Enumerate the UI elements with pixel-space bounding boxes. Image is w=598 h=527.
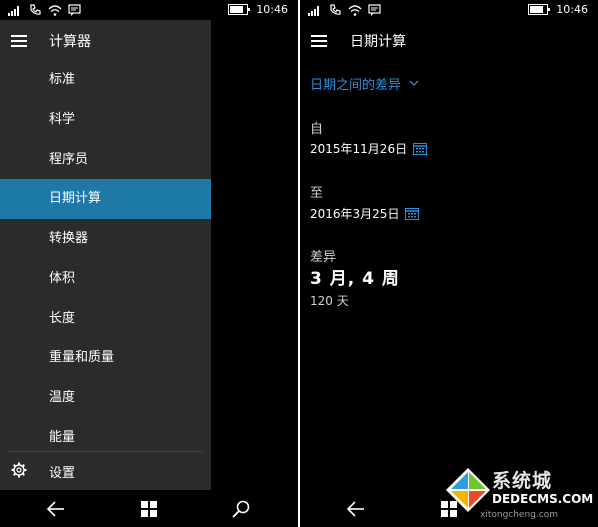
wifi-icon: [48, 5, 62, 16]
page-header: 日期计算: [300, 20, 598, 62]
signal-icon: [8, 6, 19, 16]
message-icon: [368, 4, 381, 16]
navigation-pane: 计算器 标准 科学 程序员 日期计算 转换器 体积 长度 重量和质量 温度 能量…: [0, 20, 211, 490]
menu-item-scientific[interactable]: 科学: [0, 100, 211, 140]
calendar-icon: [413, 143, 428, 155]
status-time: 10:46: [556, 3, 588, 16]
hamburger-menu-icon[interactable]: [311, 35, 327, 47]
difference-label: 差异: [310, 250, 337, 265]
menu-item-converter[interactable]: 转换器: [0, 219, 211, 259]
menu-item-temperature[interactable]: 温度: [0, 378, 211, 418]
search-icon[interactable]: [230, 498, 252, 520]
menu-item-weight-mass[interactable]: 重量和质量: [0, 338, 211, 378]
calendar-icon: [405, 208, 420, 220]
wifi-icon: [348, 5, 362, 16]
signal-icon: [308, 6, 319, 16]
watermark-brand: 系统城: [492, 470, 553, 492]
hamburger-menu-icon[interactable]: [11, 35, 27, 47]
mode-dropdown[interactable]: 日期之间的差异: [310, 72, 419, 94]
back-arrow-icon[interactable]: [45, 498, 67, 520]
status-icons: [308, 2, 381, 18]
status-bar: 10:46: [300, 0, 598, 20]
phone-sim-icon: [30, 4, 41, 15]
from-date-picker[interactable]: 2015年11月26日: [310, 140, 428, 157]
menu-item-length[interactable]: 长度: [0, 299, 211, 339]
status-icons: [8, 2, 81, 18]
watermark-url: DEDECMS.COM: [492, 492, 594, 506]
chevron-down-icon: [409, 80, 419, 86]
settings-label: 设置: [49, 466, 76, 481]
windows-start-icon[interactable]: [138, 498, 160, 520]
to-label: 至: [310, 186, 324, 201]
watermark-url-secondary: xitongcheng.com: [480, 510, 558, 520]
settings-button[interactable]: 设置: [0, 452, 211, 490]
left-phone-screen: 10:46 计算器 标准 科学 程序员 日期计算 转换器 体积 长度 重量和质量…: [0, 0, 298, 527]
menu-header: 计算器: [0, 20, 211, 60]
menu-item-date-calculation[interactable]: 日期计算: [0, 179, 211, 219]
message-icon: [68, 4, 81, 16]
status-bar: 10:46: [0, 0, 298, 20]
gear-icon: [11, 462, 27, 478]
battery-icon: [228, 4, 251, 15]
page-title: 日期计算: [350, 34, 406, 50]
right-phone-screen: 10:46 日期计算 日期之间的差异 自 2015年11月26日 至 2016年…: [300, 0, 598, 527]
to-date-value: 2016年3月25日: [310, 207, 400, 221]
mode-dropdown-label: 日期之间的差异: [310, 77, 402, 93]
menu-item-programmer[interactable]: 程序员: [0, 140, 211, 180]
to-date-picker[interactable]: 2016年3月25日: [310, 205, 420, 222]
content-behind-pane: [211, 20, 298, 490]
from-label: 自: [310, 122, 324, 137]
from-date-value: 2015年11月26日: [310, 142, 408, 156]
menu-item-standard[interactable]: 标准: [0, 60, 211, 100]
menu-item-volume[interactable]: 体积: [0, 259, 211, 299]
app-title: 计算器: [49, 34, 91, 50]
back-arrow-icon[interactable]: [345, 498, 367, 520]
status-time: 10:46: [256, 3, 288, 16]
phone-sim-icon: [330, 4, 341, 15]
navigation-bar: [0, 490, 298, 527]
difference-days: 120 天: [310, 294, 349, 308]
watermark: 系统城 DEDECMS.COM xitongcheng.com: [440, 458, 598, 527]
difference-result: 3 月, 4 周: [310, 269, 400, 289]
battery-icon: [528, 4, 551, 15]
watermark-logo-icon: [446, 468, 490, 512]
